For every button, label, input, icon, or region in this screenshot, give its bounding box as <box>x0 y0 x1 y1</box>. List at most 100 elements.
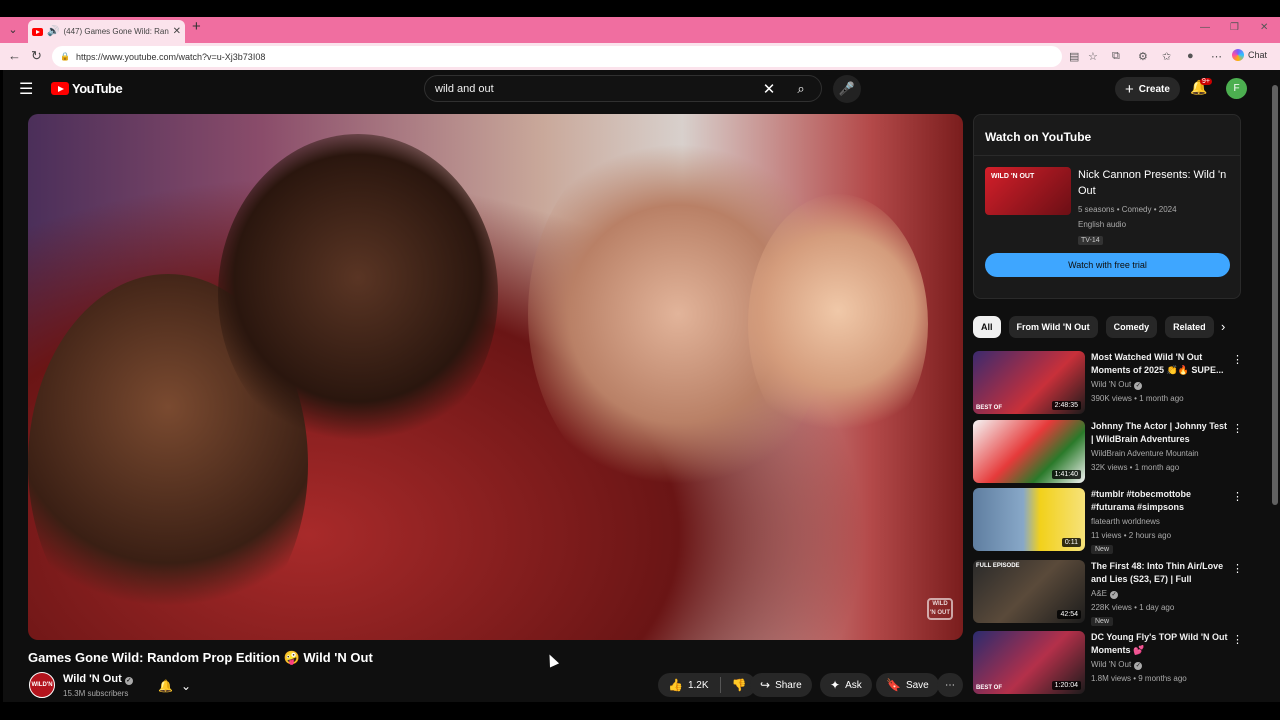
video-thumbnail[interactable]: BEST OF 1:20:04 <box>973 631 1085 694</box>
show-title[interactable]: Nick Cannon Presents: Wild 'n Out <box>1078 167 1233 199</box>
split-screen-icon[interactable]: ⚙ <box>1138 50 1148 63</box>
browser-tab-active[interactable]: 🔊 (447) Games Gone Wild: Rand ✕ <box>28 20 185 43</box>
rec-title[interactable]: The First 48: Into Thin Air/Love and Lie… <box>1091 560 1229 587</box>
new-badge: New <box>1091 617 1114 626</box>
favorites-icon[interactable]: ✩ <box>1162 50 1171 63</box>
page-scrollbar[interactable] <box>1270 70 1280 702</box>
card-header: Watch on YouTube <box>985 130 1092 144</box>
window-close-icon[interactable]: ✕ <box>1260 22 1268 33</box>
like-count[interactable]: 1.2K <box>688 680 709 691</box>
speaker-icon[interactable]: 🔊 <box>47 26 59 37</box>
rec-channel[interactable]: flatearth worldnews <box>1091 517 1160 526</box>
maximize-icon[interactable]: ❐ <box>1230 22 1239 33</box>
video-thumbnail[interactable]: 1:41:40 <box>973 420 1085 483</box>
dislike-icon[interactable]: 👎 <box>732 678 747 692</box>
address-bar[interactable]: 🔒 https://www.youtube.com/watch?v=u-Xj3b… <box>52 46 1062 67</box>
reload-icon[interactable]: ↻ <box>31 48 42 64</box>
video-title: Games Gone Wild: Random Prop Edition 🤪 W… <box>28 650 373 665</box>
list-item[interactable]: 0:11 #tumblr #tobecmottobe #futurama #si… <box>973 488 1243 554</box>
site-info-icon[interactable]: 🔒 <box>60 52 70 61</box>
ask-button[interactable]: ✦ Ask <box>820 673 872 697</box>
chevron-right-icon[interactable]: › <box>1221 319 1225 334</box>
rec-views: 1.8M views • 9 months ago <box>1091 674 1187 683</box>
rec-channel-text: Wild 'N Out <box>1091 660 1132 669</box>
create-button[interactable]: + Create <box>1115 77 1180 101</box>
list-item[interactable]: FULL EPISODE 42:54 The First 48: Into Th… <box>973 560 1243 626</box>
hamburger-menu-icon[interactable]: ☰ <box>19 79 33 99</box>
like-icon[interactable]: 👍 <box>668 678 683 692</box>
subscription-bell-button[interactable]: 🔔 ⌄ <box>150 673 199 699</box>
duration-badge: 42:54 <box>1057 610 1081 619</box>
chip-from-wild-n-out[interactable]: From Wild 'N Out <box>1008 316 1098 338</box>
more-actions-button[interactable]: ⋯ <box>937 673 963 697</box>
tab-list-dropdown-icon[interactable]: ⌄ <box>4 21 22 39</box>
like-dislike-group: 👍 1.2K 👎 <box>658 673 757 697</box>
duration-badge: 1:41:40 <box>1051 470 1081 479</box>
rec-channel[interactable]: A&E ✓ <box>1091 589 1119 599</box>
verified-icon: ✓ <box>1110 591 1119 599</box>
clear-search-icon[interactable]: ✕ <box>757 80 781 98</box>
share-icon: ↪ <box>760 678 771 692</box>
channel-avatar[interactable]: WILD'N OUT <box>29 672 55 698</box>
tab-close-icon[interactable]: ✕ <box>173 26 181 37</box>
channel-name[interactable]: Wild 'N Out ✓ <box>63 673 133 685</box>
chip-all[interactable]: All <box>973 316 1001 338</box>
video-frame-person <box>748 194 928 454</box>
rec-channel[interactable]: Wild 'N Out ✓ <box>1091 660 1143 670</box>
extensions-icon[interactable]: ⧉ <box>1112 50 1120 63</box>
share-label: Share <box>775 679 802 691</box>
bookmark-icon: 🔖 <box>886 678 901 692</box>
rec-title[interactable]: #tumblr #tobecmottobe #futurama #simpson… <box>1091 488 1229 514</box>
list-item[interactable]: BEST OF 2:48:35 Most Watched Wild 'N Out… <box>973 351 1243 415</box>
minimize-icon[interactable]: — <box>1200 22 1210 33</box>
search-box[interactable]: wild and out ✕ ⌕ <box>424 75 822 102</box>
list-item[interactable]: 1:41:40 Johnny The Actor | Johnny Test |… <box>973 420 1243 484</box>
show-meta: 5 seasons • Comedy • 2024 <box>1078 205 1177 214</box>
back-icon[interactable]: ← <box>8 48 21 63</box>
rec-views: 32K views • 1 month ago <box>1091 463 1180 472</box>
plus-icon: + <box>1125 80 1134 98</box>
rec-channel-text: Wild 'N Out <box>1091 380 1132 389</box>
profile-icon[interactable]: ● <box>1187 50 1194 62</box>
share-button[interactable]: ↪ Share <box>750 673 812 697</box>
verified-icon: ✓ <box>1134 382 1143 390</box>
reader-mode-icon[interactable]: ▤ <box>1069 50 1079 63</box>
video-thumbnail[interactable]: BEST OF 2:48:35 <box>973 351 1085 414</box>
address-toolbar: ← ↻ 🔒 https://www.youtube.com/watch?v=u-… <box>0 43 1280 70</box>
rec-title[interactable]: DC Young Fly's TOP Wild 'N Out Moments 💕 <box>1091 631 1229 657</box>
chevron-down-icon: ⌄ <box>180 679 192 693</box>
thumbnail-tag: FULL EPISODE <box>976 563 1020 569</box>
more-vertical-icon[interactable]: ⋮ <box>1232 422 1243 435</box>
watch-free-trial-button[interactable]: Watch with free trial <box>985 253 1230 277</box>
browser-menu-icon[interactable]: ⋯ <box>1211 50 1222 63</box>
account-avatar[interactable]: F <box>1226 78 1247 99</box>
youtube-logo[interactable]: YouTube <box>51 81 123 96</box>
new-tab-icon[interactable]: + <box>192 18 201 35</box>
search-icon[interactable]: ⌕ <box>781 81 821 97</box>
show-audio: English audio <box>1078 220 1127 229</box>
video-player[interactable]: WILD 'N OUT <box>28 114 963 640</box>
list-item[interactable]: BEST OF 1:20:04 DC Young Fly's TOP Wild … <box>973 631 1243 695</box>
video-thumbnail[interactable]: FULL EPISODE 42:54 <box>973 560 1085 623</box>
chip-related[interactable]: Related <box>1165 316 1214 338</box>
rec-channel[interactable]: Wild 'N Out ✓ <box>1091 380 1143 390</box>
more-vertical-icon[interactable]: ⋮ <box>1232 490 1243 503</box>
thumbnail-tag: BEST OF <box>976 405 1003 411</box>
youtube-favicon-icon <box>32 27 43 36</box>
more-vertical-icon[interactable]: ⋮ <box>1232 353 1243 366</box>
ask-label: Ask <box>845 679 862 691</box>
save-button[interactable]: 🔖 Save <box>876 673 939 697</box>
voice-search-icon[interactable]: 🎤 <box>833 75 861 103</box>
more-vertical-icon[interactable]: ⋮ <box>1232 633 1243 646</box>
show-poster[interactable]: WILD 'N OUT <box>985 167 1071 215</box>
rec-title[interactable]: Johnny The Actor | Johnny Test | WildBra… <box>1091 420 1229 446</box>
more-vertical-icon[interactable]: ⋮ <box>1232 562 1243 575</box>
rec-title[interactable]: Most Watched Wild 'N Out Moments of 2025… <box>1091 351 1229 377</box>
rec-channel[interactable]: WildBrain Adventure Mountain <box>1091 449 1199 458</box>
video-thumbnail[interactable]: 0:11 <box>973 488 1085 551</box>
copilot-chat-button[interactable]: Chat <box>1232 49 1267 61</box>
chip-comedy[interactable]: Comedy <box>1105 316 1158 338</box>
search-input[interactable]: wild and out <box>435 83 757 95</box>
scrollbar-thumb[interactable] <box>1272 85 1278 505</box>
favorite-star-icon[interactable]: ☆ <box>1088 50 1098 63</box>
